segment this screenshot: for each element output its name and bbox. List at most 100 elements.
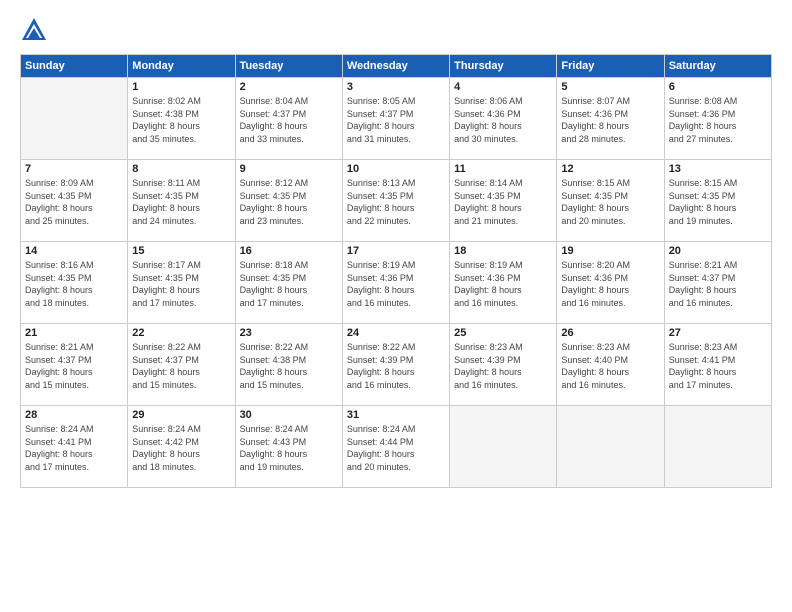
day-number: 27 xyxy=(669,327,767,339)
day-info: Sunrise: 8:20 AMSunset: 4:36 PMDaylight:… xyxy=(561,259,659,309)
calendar-cell: 9 Sunrise: 8:12 AMSunset: 4:35 PMDaylight… xyxy=(235,160,342,242)
day-number: 5 xyxy=(561,81,659,93)
calendar-cell: 2 Sunrise: 8:04 AMSunset: 4:37 PMDaylight… xyxy=(235,78,342,160)
calendar-table: SundayMondayTuesdayWednesdayThursdayFrid… xyxy=(20,54,772,488)
calendar-cell: 7Sunrise: 8:09 AMSunset: 4:35 PMDaylight… xyxy=(21,160,128,242)
calendar-cell: 17 Sunrise: 8:19 AMSunset: 4:36 PMDayligh… xyxy=(342,242,449,324)
day-info: Sunrise: 8:22 AMSunset: 4:38 PMDaylight:… xyxy=(240,341,338,391)
calendar-cell: 15 Sunrise: 8:17 AMSunset: 4:35 PMDayligh… xyxy=(128,242,235,324)
calendar-cell: 21 Sunrise: 8:21 AMSunset: 4:37 PMDayligh… xyxy=(21,324,128,406)
calendar-cell: 3Sunrise: 8:05 AMSunset: 4:37 PMDaylight… xyxy=(342,78,449,160)
day-info: Sunrise: 8:17 AMSunset: 4:35 PMDaylight:… xyxy=(132,259,230,309)
day-info: Sunrise: 8:15 AMSunset: 4:35 PMDaylight:… xyxy=(561,177,659,227)
day-info: Sunrise: 8:19 AMSunset: 4:36 PMDaylight:… xyxy=(347,259,445,309)
day-info: Sunrise: 8:22 AMSunset: 4:37 PMDaylight:… xyxy=(132,341,230,391)
weekday-header-tuesday: Tuesday xyxy=(235,55,342,78)
day-info: Sunrise: 8:13 AMSunset: 4:35 PMDaylight:… xyxy=(347,177,445,227)
day-number: 23 xyxy=(240,327,338,339)
day-info: Sunrise: 8:15 AMSunset: 4:35 PMDaylight:… xyxy=(669,177,767,227)
day-number: 1 xyxy=(132,81,230,93)
day-info: Sunrise: 8:24 AMSunset: 4:43 PMDaylight:… xyxy=(240,423,338,473)
day-info: Sunrise: 8:23 AMSunset: 4:40 PMDaylight:… xyxy=(561,341,659,391)
day-number: 9 xyxy=(240,163,338,175)
calendar-cell: 1 Sunrise: 8:02 AMSunset: 4:38 PMDaylight… xyxy=(128,78,235,160)
day-info: Sunrise: 8:02 AMSunset: 4:38 PMDaylight:… xyxy=(132,95,230,145)
day-info: Sunrise: 8:21 AMSunset: 4:37 PMDaylight:… xyxy=(669,259,767,309)
week-row-4: 28 Sunrise: 8:24 AMSunset: 4:41 PMDayligh… xyxy=(21,406,772,488)
day-info: Sunrise: 8:23 AMSunset: 4:39 PMDaylight:… xyxy=(454,341,552,391)
day-info: Sunrise: 8:16 AMSunset: 4:35 PMDaylight:… xyxy=(25,259,123,309)
calendar-cell xyxy=(450,406,557,488)
logo xyxy=(20,16,52,44)
calendar-cell: 11 Sunrise: 8:14 AMSunset: 4:35 PMDayligh… xyxy=(450,160,557,242)
day-number: 29 xyxy=(132,409,230,421)
day-number: 17 xyxy=(347,245,445,257)
page: SundayMondayTuesdayWednesdayThursdayFrid… xyxy=(0,0,792,612)
day-info: Sunrise: 8:24 AMSunset: 4:42 PMDaylight:… xyxy=(132,423,230,473)
day-info: Sunrise: 8:11 AMSunset: 4:35 PMDaylight:… xyxy=(132,177,230,227)
day-info: Sunrise: 8:24 AMSunset: 4:44 PMDaylight:… xyxy=(347,423,445,473)
day-number: 21 xyxy=(25,327,123,339)
day-number: 28 xyxy=(25,409,123,421)
day-info: Sunrise: 8:22 AMSunset: 4:39 PMDaylight:… xyxy=(347,341,445,391)
day-number: 8 xyxy=(132,163,230,175)
day-info: Sunrise: 8:08 AMSunset: 4:36 PMDaylight:… xyxy=(669,95,767,145)
day-number: 2 xyxy=(240,81,338,93)
day-info: Sunrise: 8:18 AMSunset: 4:35 PMDaylight:… xyxy=(240,259,338,309)
calendar-cell: 20 Sunrise: 8:21 AMSunset: 4:37 PMDayligh… xyxy=(664,242,771,324)
day-number: 15 xyxy=(132,245,230,257)
weekday-header-friday: Friday xyxy=(557,55,664,78)
calendar-cell: 23 Sunrise: 8:22 AMSunset: 4:38 PMDayligh… xyxy=(235,324,342,406)
calendar-cell: 12 Sunrise: 8:15 AMSunset: 4:35 PMDayligh… xyxy=(557,160,664,242)
weekday-header-row: SundayMondayTuesdayWednesdayThursdayFrid… xyxy=(21,55,772,78)
day-info: Sunrise: 8:05 AMSunset: 4:37 PMDaylight:… xyxy=(347,95,445,145)
weekday-header-monday: Monday xyxy=(128,55,235,78)
week-row-2: 14Sunrise: 8:16 AMSunset: 4:35 PMDayligh… xyxy=(21,242,772,324)
day-number: 16 xyxy=(240,245,338,257)
calendar-cell xyxy=(557,406,664,488)
calendar-cell: 8 Sunrise: 8:11 AMSunset: 4:35 PMDaylight… xyxy=(128,160,235,242)
week-row-1: 7Sunrise: 8:09 AMSunset: 4:35 PMDaylight… xyxy=(21,160,772,242)
day-info: Sunrise: 8:24 AMSunset: 4:41 PMDaylight:… xyxy=(25,423,123,473)
calendar-cell: 28 Sunrise: 8:24 AMSunset: 4:41 PMDayligh… xyxy=(21,406,128,488)
calendar-cell: 5 Sunrise: 8:07 AMSunset: 4:36 PMDaylight… xyxy=(557,78,664,160)
calendar-cell: 24 Sunrise: 8:22 AMSunset: 4:39 PMDayligh… xyxy=(342,324,449,406)
day-number: 22 xyxy=(132,327,230,339)
day-info: Sunrise: 8:12 AMSunset: 4:35 PMDaylight:… xyxy=(240,177,338,227)
calendar-cell: 6 Sunrise: 8:08 AMSunset: 4:36 PMDaylight… xyxy=(664,78,771,160)
header xyxy=(20,16,772,44)
day-number: 12 xyxy=(561,163,659,175)
weekday-header-saturday: Saturday xyxy=(664,55,771,78)
week-row-0: 1 Sunrise: 8:02 AMSunset: 4:38 PMDaylight… xyxy=(21,78,772,160)
calendar-cell: 4Sunrise: 8:06 AMSunset: 4:36 PMDaylight… xyxy=(450,78,557,160)
calendar-cell: 25Sunrise: 8:23 AMSunset: 4:39 PMDayligh… xyxy=(450,324,557,406)
day-info: Sunrise: 8:07 AMSunset: 4:36 PMDaylight:… xyxy=(561,95,659,145)
day-info: Sunrise: 8:04 AMSunset: 4:37 PMDaylight:… xyxy=(240,95,338,145)
day-info: Sunrise: 8:21 AMSunset: 4:37 PMDaylight:… xyxy=(25,341,123,391)
day-number: 7 xyxy=(25,163,123,175)
day-number: 10 xyxy=(347,163,445,175)
calendar-cell: 22 Sunrise: 8:22 AMSunset: 4:37 PMDayligh… xyxy=(128,324,235,406)
day-info: Sunrise: 8:14 AMSunset: 4:35 PMDaylight:… xyxy=(454,177,552,227)
day-number: 26 xyxy=(561,327,659,339)
day-number: 4 xyxy=(454,81,552,93)
week-row-3: 21 Sunrise: 8:21 AMSunset: 4:37 PMDayligh… xyxy=(21,324,772,406)
day-number: 13 xyxy=(669,163,767,175)
calendar-cell xyxy=(664,406,771,488)
calendar-cell: 10 Sunrise: 8:13 AMSunset: 4:35 PMDayligh… xyxy=(342,160,449,242)
day-number: 19 xyxy=(561,245,659,257)
calendar-cell: 29 Sunrise: 8:24 AMSunset: 4:42 PMDayligh… xyxy=(128,406,235,488)
calendar-cell: 19 Sunrise: 8:20 AMSunset: 4:36 PMDayligh… xyxy=(557,242,664,324)
day-number: 31 xyxy=(347,409,445,421)
day-number: 6 xyxy=(669,81,767,93)
weekday-header-sunday: Sunday xyxy=(21,55,128,78)
calendar-cell: 14Sunrise: 8:16 AMSunset: 4:35 PMDayligh… xyxy=(21,242,128,324)
day-number: 20 xyxy=(669,245,767,257)
day-number: 18 xyxy=(454,245,552,257)
day-number: 11 xyxy=(454,163,552,175)
weekday-header-wednesday: Wednesday xyxy=(342,55,449,78)
weekday-header-thursday: Thursday xyxy=(450,55,557,78)
calendar-cell: 18Sunrise: 8:19 AMSunset: 4:36 PMDayligh… xyxy=(450,242,557,324)
calendar-cell: 27Sunrise: 8:23 AMSunset: 4:41 PMDayligh… xyxy=(664,324,771,406)
day-number: 24 xyxy=(347,327,445,339)
